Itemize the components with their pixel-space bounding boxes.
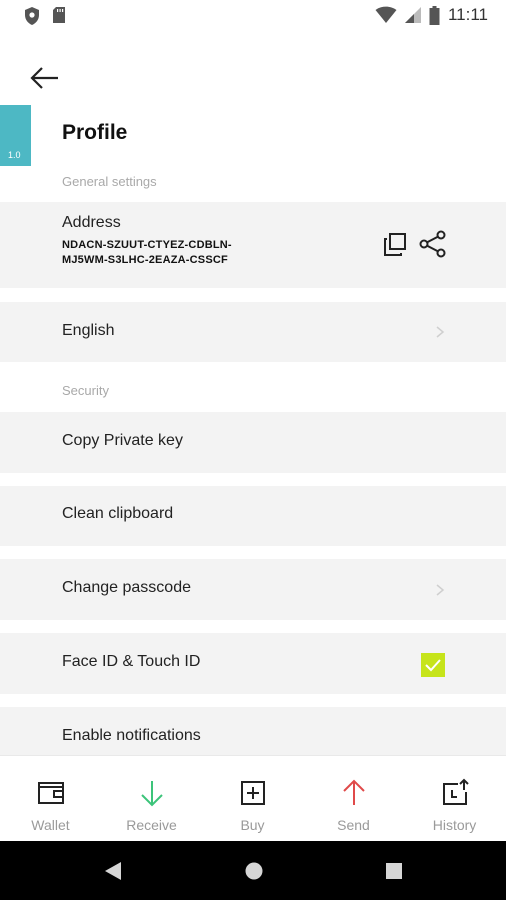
back-triangle-icon[interactable] [104, 861, 122, 881]
face-touch-id-checkbox[interactable] [421, 653, 445, 677]
battery-icon [429, 5, 440, 25]
nav-receive-label: Receive [126, 817, 177, 833]
sd-card-icon [53, 7, 65, 23]
section-header-security: Security [62, 383, 109, 398]
face-touch-id-row: Face ID & Touch ID [0, 633, 506, 694]
version-badge: 1.0 [0, 105, 31, 166]
section-header-general: General settings [62, 174, 157, 189]
share-icon [419, 230, 446, 258]
recents-square-icon[interactable] [385, 861, 403, 881]
wifi-icon [375, 6, 397, 23]
version-label: 1.0 [8, 150, 21, 160]
nav-receive[interactable]: Receive [101, 756, 202, 842]
address-line-2: MJ5WM-S3LHC-2EAZA-CSSCF [62, 254, 228, 266]
cell-signal-icon [404, 7, 421, 23]
status-time: 11:11 [447, 5, 488, 24]
nav-history-label: History [432, 817, 477, 833]
history-icon [443, 778, 469, 805]
clean-clipboard-label: Clean clipboard [62, 505, 174, 522]
nav-history[interactable]: History [404, 756, 505, 842]
copy-private-key-row[interactable]: Copy Private key [0, 412, 506, 473]
clean-clipboard-row[interactable]: Clean clipboard [0, 486, 506, 546]
nav-buy-label: Buy [240, 817, 265, 833]
copy-icon [384, 233, 406, 256]
nav-buy[interactable]: Buy [202, 756, 303, 842]
shield-icon [25, 7, 39, 25]
address-row: Address NDACN-SZUUT-CTYEZ-CDBLN- MJ5WM-S… [0, 202, 506, 288]
checkmark-icon [425, 659, 441, 672]
address-value: NDACN-SZUUT-CTYEZ-CDBLN- MJ5WM-S3LHC-2EA… [62, 238, 232, 268]
face-touch-id-label: Face ID & Touch ID [62, 653, 201, 670]
language-label: English [62, 322, 115, 339]
back-button[interactable] [28, 62, 62, 94]
share-address-button[interactable] [419, 230, 447, 258]
language-row[interactable]: English [0, 302, 506, 362]
address-label: Address [62, 214, 121, 231]
enable-notifications-label: Enable notifications [62, 727, 201, 744]
arrow-left-icon [30, 67, 58, 89]
change-passcode-row[interactable]: Change passcode [0, 559, 506, 620]
copy-address-button[interactable] [382, 232, 408, 258]
chevron-right-icon [436, 584, 445, 596]
nav-send-label: Send [337, 817, 370, 833]
chevron-right-icon [436, 326, 445, 338]
nav-wallet[interactable]: Wallet [0, 756, 101, 842]
home-circle-icon[interactable] [244, 861, 264, 881]
arrow-down-icon [141, 781, 163, 807]
plus-square-icon [241, 781, 265, 805]
address-line-1: NDACN-SZUUT-CTYEZ-CDBLN- [62, 239, 232, 251]
wallet-icon [38, 782, 64, 804]
nav-wallet-label: Wallet [31, 817, 70, 833]
page-title: Profile [62, 121, 128, 144]
copy-private-key-label: Copy Private key [62, 432, 183, 449]
system-nav-bar [0, 841, 506, 900]
enable-notifications-row[interactable]: Enable notifications [0, 707, 506, 755]
bottom-nav: Wallet Receive Buy Send History [0, 755, 506, 842]
status-bar: 11:11 [0, 0, 506, 32]
change-passcode-label: Change passcode [62, 579, 191, 596]
arrow-up-icon [343, 779, 365, 805]
nav-send[interactable]: Send [303, 756, 404, 842]
